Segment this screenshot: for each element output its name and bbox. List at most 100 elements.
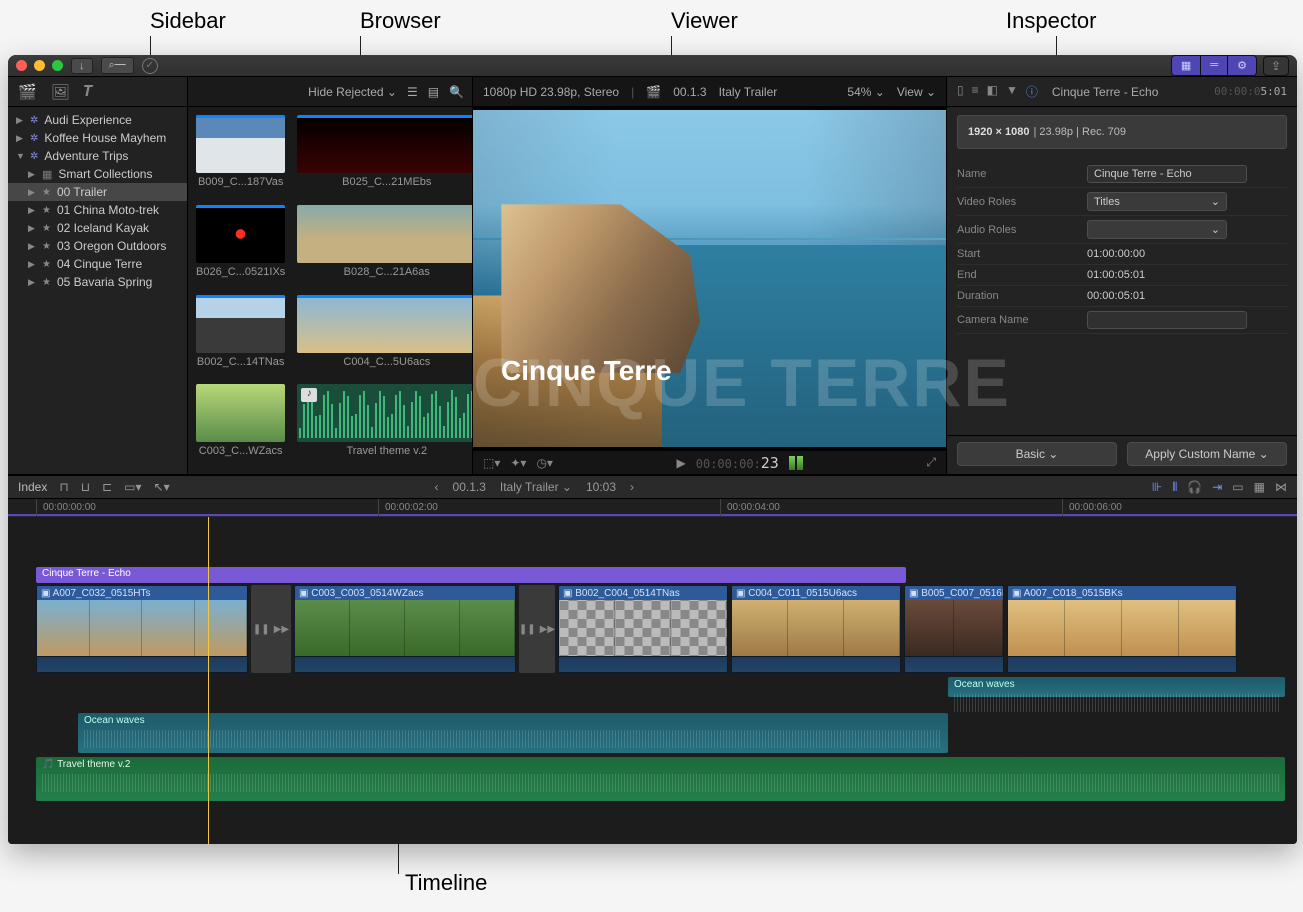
timeline-gap[interactable]: ❚❚▶▶ xyxy=(251,585,291,673)
tools-popup-icon[interactable]: ↖▾ xyxy=(154,480,170,494)
timeline-transitions-icon[interactable]: ⋈ xyxy=(1275,480,1287,494)
sidebar-item[interactable]: ▶★04 Cinque Terre xyxy=(8,255,187,273)
timeline-video-clip[interactable]: ▣ A007_C018_0515BKs xyxy=(1007,585,1237,673)
browser-clip[interactable]: B009_C...187Vas xyxy=(196,115,285,197)
browser-clip[interactable]: ♪Travel theme v.2 xyxy=(297,384,472,466)
inspector-select[interactable]: ⌄ xyxy=(1087,220,1227,239)
play-button[interactable]: ▶ xyxy=(677,456,686,470)
clip-grouping-icon[interactable]: ▤ xyxy=(428,85,439,99)
sidebar-library[interactable]: ▶✲Audi Experience xyxy=(8,111,187,129)
timeline-effects-icon[interactable]: ▦ xyxy=(1254,480,1265,494)
clip-label: B002_C...14TNas xyxy=(196,356,285,368)
callout-line xyxy=(398,844,399,874)
clip-thumbnail[interactable] xyxy=(297,205,472,263)
music-clip[interactable]: 🎵 Travel theme v.2 xyxy=(36,757,1285,801)
inspector-tab-filter[interactable]: ▼ xyxy=(1006,83,1018,100)
skimming-icon[interactable]: ⊪ xyxy=(1152,480,1162,494)
overwrite-clip-icon[interactable]: ▭▾ xyxy=(124,480,141,494)
minimize-window-button[interactable] xyxy=(34,60,45,71)
snapping-icon[interactable]: ⇥ xyxy=(1212,480,1222,494)
viewer-zoom[interactable]: 54% ⌄ xyxy=(847,85,884,99)
close-window-button[interactable] xyxy=(16,60,27,71)
browser-clip[interactable]: C004_C...5U6acs xyxy=(297,295,472,377)
clip-thumbnail[interactable] xyxy=(297,115,472,173)
sidebar-library[interactable]: ▶✲Koffee House Mayhem xyxy=(8,129,187,147)
transform-tool-icon[interactable]: ⬚▾ xyxy=(483,456,500,470)
browser-clip[interactable]: B026_C...0521IXs xyxy=(196,205,285,287)
timeline-gap[interactable]: ❚❚▶▶ xyxy=(519,585,555,673)
browser-clip[interactable]: B002_C...14TNas xyxy=(196,295,285,377)
timeline-video-clip[interactable]: ▣ C003_C003_0514WZacs xyxy=(294,585,516,673)
inspector-tab-info[interactable]: ⓘ xyxy=(1026,83,1038,100)
timeline-video-clip[interactable]: ▣ B002_C004_0514TNas xyxy=(558,585,728,673)
browser-clip[interactable]: C003_C...WZacs xyxy=(196,384,285,466)
libraries-tab-icon[interactable]: 🎬 xyxy=(18,83,37,101)
toggle-browser-button[interactable]: ▦ xyxy=(1172,56,1201,75)
timeline-video-clip[interactable]: ▣ C004_C011_0515U6acs xyxy=(731,585,901,673)
sidebar: 🎬 🖼 𝑻 ▶✲Audi Experience▶✲Koffee House Ma… xyxy=(8,77,188,474)
sidebar-library[interactable]: ▼✲Adventure Trips xyxy=(8,147,187,165)
timeline-index-button[interactable]: Index xyxy=(18,480,47,494)
viewer-view-menu[interactable]: View ⌄ xyxy=(897,85,936,99)
sidebar-item[interactable]: ▶★05 Bavaria Spring xyxy=(8,273,187,291)
clip-appearance-icon[interactable]: ▭ xyxy=(1232,480,1243,494)
callout-sidebar: Sidebar xyxy=(150,8,226,34)
inspector-text-input[interactable]: Cinque Terre - Echo xyxy=(1087,165,1247,183)
toggle-timeline-button[interactable]: ═ xyxy=(1201,56,1228,75)
insert-clip-icon[interactable]: ⊔ xyxy=(81,480,90,494)
inspector-tab-video[interactable]: ▯ xyxy=(957,83,964,100)
browser-clip[interactable]: B028_C...21A6as xyxy=(297,205,472,287)
audio-skimming-icon[interactable]: ⫴ xyxy=(1172,480,1177,495)
filter-popup[interactable]: Hide Rejected ⌄ xyxy=(308,85,397,99)
append-clip-icon[interactable]: ⊏ xyxy=(102,480,112,494)
color-tool-icon[interactable]: ✦▾ xyxy=(510,456,526,470)
viewer-timecode[interactable]: 00:00:00:23 xyxy=(696,454,779,472)
connect-clip-icon[interactable]: ⊓ xyxy=(59,480,68,494)
background-tasks-button[interactable]: ✓ xyxy=(142,58,158,74)
photos-tab-icon[interactable]: 🖼 xyxy=(51,83,70,101)
apply-custom-name-popup[interactable]: Apply Custom Name ⌄ xyxy=(1127,442,1287,466)
keyword-button[interactable]: ⌕━ xyxy=(101,57,134,74)
clip-appearance-icon[interactable]: ☰ xyxy=(407,85,418,99)
toggle-inspector-button[interactable]: ⚙ xyxy=(1228,56,1256,75)
browser-clip[interactable]: B025_C...21MEbs xyxy=(297,115,472,197)
inspector-text-input[interactable] xyxy=(1087,311,1247,329)
sidebar-item[interactable]: ▶★03 Oregon Outdoors xyxy=(8,237,187,255)
clip-thumbnail[interactable] xyxy=(196,295,285,353)
sidebar-item[interactable]: ▶★02 Iceland Kayak xyxy=(8,219,187,237)
connected-audio-clip-upper[interactable]: Ocean waves xyxy=(948,677,1285,697)
import-button[interactable]: ↓ xyxy=(71,58,93,74)
title-clip[interactable]: Cinque Terre - Echo xyxy=(36,567,906,583)
ruler-tick: 00:00:06:00 xyxy=(1062,499,1122,516)
sidebar-item[interactable]: ▶▦Smart Collections xyxy=(8,165,187,183)
retime-tool-icon[interactable]: ◷▾ xyxy=(536,456,553,470)
clip-thumbnail[interactable] xyxy=(196,384,285,442)
playhead[interactable] xyxy=(208,517,209,844)
clip-thumbnail[interactable] xyxy=(297,295,472,353)
viewer-canvas[interactable]: CINQUE TERRE Cinque Terre xyxy=(473,107,946,450)
clip-thumbnail[interactable] xyxy=(196,205,285,263)
inspector-select[interactable]: Titles⌄ xyxy=(1087,192,1227,211)
timeline-history-fwd[interactable]: › xyxy=(630,480,634,494)
inspector-tab-color[interactable]: ≡ xyxy=(972,83,979,100)
sidebar-item[interactable]: ▶★00 Trailer xyxy=(8,183,187,201)
clip-thumbnail[interactable] xyxy=(196,115,285,173)
inspector-tab-audio[interactable]: ◧ xyxy=(987,83,998,100)
share-button[interactable]: ⇪ xyxy=(1263,56,1289,76)
metadata-view-popup[interactable]: Basic ⌄ xyxy=(957,442,1117,466)
timeline-history-back[interactable]: ‹ xyxy=(435,480,439,494)
timeline-video-clip[interactable]: ▣ B005_C007_0516D1... xyxy=(904,585,1004,673)
search-icon[interactable]: 🔍 xyxy=(449,85,464,99)
timeline-video-clip[interactable]: ▣ A007_C032_0515HTs xyxy=(36,585,248,673)
clip-label: B028_C...21A6as xyxy=(297,266,472,278)
timeline-ruler[interactable]: 00:00:00:00 00:00:02:00 00:00:04:00 00:0… xyxy=(8,499,1297,517)
timeline[interactable]: Cinque Terre - Echo ▣ A007_C032_0515HTs❚… xyxy=(8,517,1297,844)
zoom-window-button[interactable] xyxy=(52,60,63,71)
fullscreen-icon[interactable]: ⤢ xyxy=(926,455,936,470)
clip-thumbnail[interactable]: ♪ xyxy=(297,384,472,442)
solo-icon[interactable]: 🎧 xyxy=(1187,480,1202,494)
project-name[interactable]: Italy Trailer xyxy=(719,85,778,99)
titles-tab-icon[interactable]: 𝑻 xyxy=(84,83,93,100)
timeline-project-name[interactable]: Italy Trailer ⌄ xyxy=(500,480,572,494)
sidebar-item[interactable]: ▶★01 China Moto-trek xyxy=(8,201,187,219)
